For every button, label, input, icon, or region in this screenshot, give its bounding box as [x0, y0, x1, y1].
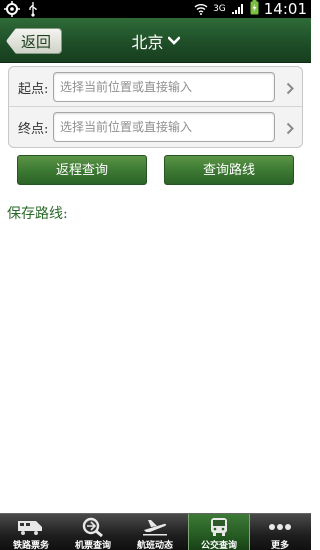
chevron-right-icon[interactable]	[286, 80, 294, 99]
tab-bus-query[interactable]: 公交查询	[188, 514, 250, 550]
return-query-button[interactable]: 返程查询	[17, 155, 147, 185]
bottom-tab-bar: 铁路票务 机票查询 航班动态 公交查询 更多	[0, 513, 311, 550]
tab-label: 更多	[270, 541, 289, 550]
status-bar: 3G 14:01	[0, 0, 311, 18]
clock: 14:01	[263, 0, 307, 18]
tab-label: 机票查询	[74, 541, 111, 550]
tab-flight-status[interactable]: 航班动态	[124, 514, 186, 550]
city-name: 北京	[131, 32, 164, 52]
tab-label: 公交查询	[200, 541, 237, 550]
chevron-down-icon	[167, 36, 180, 46]
bus-icon	[189, 517, 249, 537]
end-row[interactable]: 终点:	[9, 107, 302, 147]
route-form: 起点: 终点:	[8, 66, 303, 148]
ticket-search-icon	[62, 517, 124, 537]
signal-icon	[231, 0, 245, 19]
end-input[interactable]	[53, 112, 275, 142]
more-icon	[249, 517, 311, 537]
tab-more[interactable]: 更多	[249, 514, 311, 550]
start-label: 起点:	[18, 82, 49, 97]
start-input[interactable]	[53, 72, 275, 102]
city-selector[interactable]: 北京	[0, 18, 311, 63]
wifi-icon	[194, 0, 208, 19]
battery-icon	[250, 0, 259, 19]
end-label: 终点:	[18, 122, 49, 137]
chevron-right-icon[interactable]	[286, 120, 294, 139]
saved-routes-title: 保存路线:	[7, 206, 68, 222]
train-icon	[0, 517, 62, 537]
title-bar: 返回 北京	[0, 18, 311, 63]
network-type: 3G	[213, 4, 226, 14]
query-route-button[interactable]: 查询路线	[164, 155, 294, 185]
tab-label: 航班动态	[136, 541, 173, 550]
status-right-icons: 3G 14:01	[194, 0, 307, 18]
airplane-icon	[124, 517, 186, 537]
tab-flight-ticket[interactable]: 机票查询	[62, 514, 124, 550]
start-row[interactable]: 起点:	[9, 67, 302, 107]
tab-railway[interactable]: 铁路票务	[0, 514, 62, 550]
tab-label: 铁路票务	[12, 541, 49, 550]
